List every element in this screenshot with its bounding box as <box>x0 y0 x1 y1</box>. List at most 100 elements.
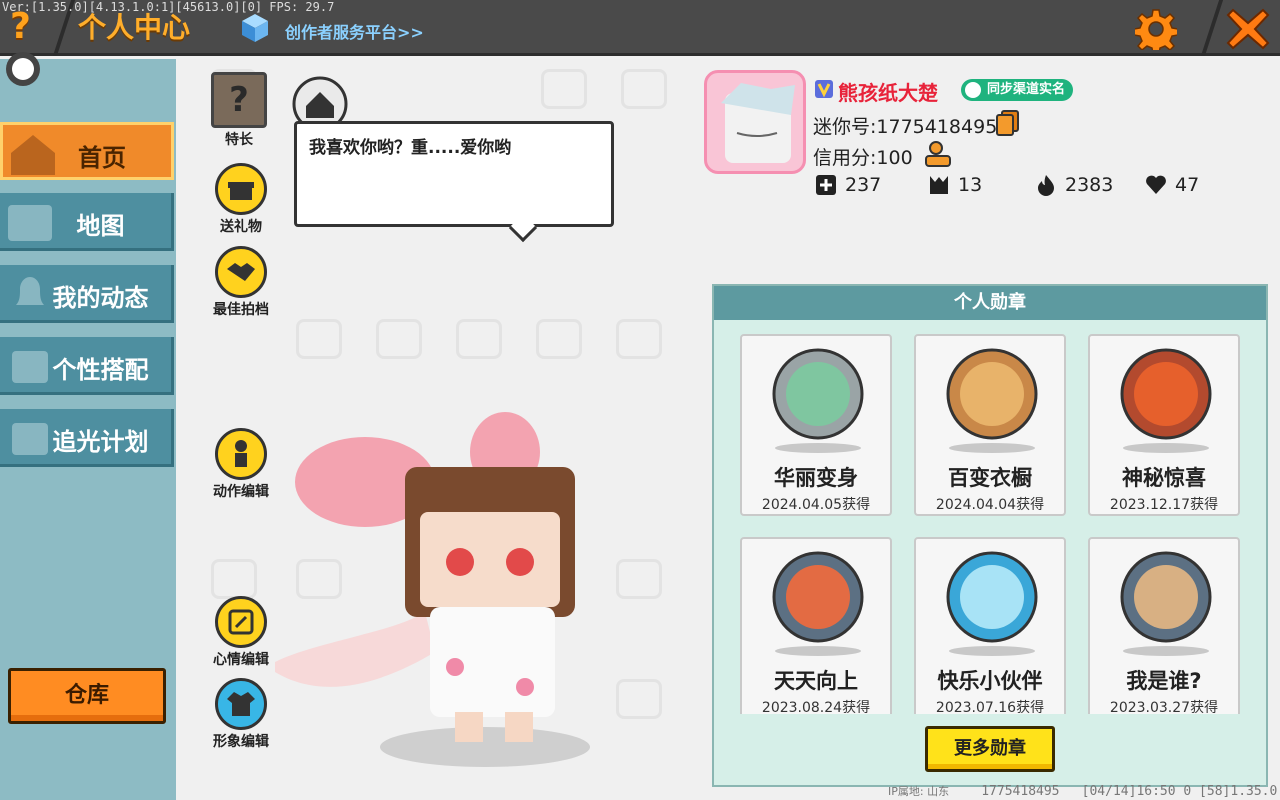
avatar[interactable] <box>704 70 806 174</box>
footer-info: IP属地: 山东 1775418495 [04/14]16:50 0 [58]1… <box>888 783 1277 799</box>
stat-value: 47 <box>1175 174 1200 196</box>
sidebar-item-label: 追光计划 <box>52 428 149 456</box>
badge-date: 2024.04.04获得 <box>935 497 1045 513</box>
more-badges-button[interactable]: 更多勋章 <box>925 726 1055 772</box>
version-info: Ver:[1.35.0][4.13.1.0:1][45613.0][0] FPS… <box>2 0 335 14</box>
sidebar-item-outfit[interactable]: 个性搭配 <box>0 337 174 395</box>
badge-card[interactable]: 快乐小伙伴 2023.07.16获得 <box>914 537 1066 714</box>
fans-icon <box>930 176 948 194</box>
medal-shadow <box>1123 443 1209 453</box>
plus-icon <box>816 175 836 195</box>
vip-badge-icon <box>815 80 833 98</box>
medal-shadow <box>1123 646 1209 656</box>
medal-surprise-icon <box>1120 348 1212 440</box>
handshake-icon <box>215 246 267 298</box>
stat-posts: 237 <box>815 174 881 196</box>
credit-person-icon[interactable] <box>924 140 952 168</box>
creator-cube-icon[interactable] <box>240 12 270 44</box>
top-bar: ? 个人中心 创作者服务平台>> Ver:[1.35.0][4.13.1.0:1… <box>0 0 1280 56</box>
copy-icon[interactable] <box>996 110 1020 136</box>
specialty-button[interactable]: ? 特长 <box>207 72 271 149</box>
footer-id: 1775418495 <box>981 784 1060 799</box>
realname-badge[interactable]: 同步渠道实名 <box>961 79 1074 101</box>
question-box-icon: ? <box>211 72 267 128</box>
medal-shadow <box>775 443 861 453</box>
best-partner-button[interactable]: 最佳拍档 <box>200 246 282 319</box>
sidebar-item-map[interactable]: 地图 <box>0 193 174 251</box>
badge-grid: 华丽变身 2024.04.05获得 百变衣橱 2024.04.04获得 神秘惊喜… <box>714 322 1266 714</box>
badge-name: 天天向上 <box>774 669 858 693</box>
medal-who-am-i-icon <box>1120 551 1212 643</box>
divider <box>1200 0 1224 56</box>
background-tile <box>456 319 502 359</box>
gift-button[interactable]: 送礼物 <box>206 163 276 236</box>
badges-title: 个人勋章 <box>714 286 1266 320</box>
credit-score: 信用分:100 <box>813 147 913 169</box>
heart-icon <box>1146 175 1166 194</box>
footer-time: [04/14]16:50 0 [58]1.35.0 <box>1081 784 1278 799</box>
sidebar-item-label: 我的动态 <box>52 284 149 312</box>
bubble-text: 我喜欢你哟？重.....爱你哟 <box>309 138 512 158</box>
stat-value: 2383 <box>1065 174 1114 196</box>
storage-button-label: 仓库 <box>64 683 109 708</box>
background-tile <box>211 559 257 599</box>
toggle-dot-icon[interactable] <box>6 52 40 86</box>
badge-name: 我是谁? <box>1126 669 1202 693</box>
sidebar-item-label: 地图 <box>76 212 125 240</box>
background-tile <box>536 319 582 359</box>
background-tile <box>616 559 662 599</box>
gift-icon <box>215 163 267 215</box>
best-partner-label: 最佳拍档 <box>213 302 269 318</box>
close-icon[interactable] <box>1225 6 1271 52</box>
badge-card[interactable]: 百变衣橱 2024.04.04获得 <box>914 334 1066 516</box>
sidebar-item-light-plan[interactable]: 追光计划 <box>0 409 174 467</box>
badge-date: 2023.12.17获得 <box>1109 497 1219 513</box>
background-tile <box>541 69 587 109</box>
badge-name: 快乐小伙伴 <box>937 669 1043 693</box>
specialty-label: 特长 <box>225 132 253 148</box>
gift-label: 送礼物 <box>220 219 262 235</box>
badge-date: 2023.03.27获得 <box>1109 700 1219 714</box>
medal-shadow <box>949 646 1035 656</box>
badge-date: 2023.08.24获得 <box>761 700 871 714</box>
background-tile <box>376 319 422 359</box>
sidebar-item-home[interactable]: 首页 <box>0 122 174 180</box>
background-tile <box>616 319 662 359</box>
badge-date: 2024.04.05获得 <box>761 497 871 513</box>
stat-popularity: 2383 <box>1035 174 1113 196</box>
personal-badges-panel: 个人勋章 华丽变身 2024.04.05获得 百变衣橱 2024.04.04获得… <box>712 284 1268 787</box>
stat-likes: 47 <box>1145 174 1199 196</box>
fire-icon <box>1038 175 1054 196</box>
house-icon <box>292 76 348 132</box>
creator-platform-link[interactable]: 创作者服务平台>> <box>285 19 424 43</box>
badge-card[interactable]: 天天向上 2023.08.24获得 <box>740 537 892 714</box>
storage-button[interactable]: 仓库 <box>8 668 166 724</box>
speech-bubble: 我喜欢你哟？重.....爱你哟 <box>294 121 614 243</box>
background-tile <box>296 319 342 359</box>
nickname: 熊孩纸大楚 <box>838 81 938 105</box>
sidebar-item-label: 首页 <box>78 144 126 172</box>
sidebar: 首页 地图 我的动态 个性搭配 追光计划 仓库 <box>0 52 176 800</box>
badge-name: 华丽变身 <box>774 466 858 490</box>
player-character[interactable] <box>255 412 615 782</box>
badge-card[interactable]: 华丽变身 2024.04.05获得 <box>740 334 892 516</box>
sidebar-item-feed[interactable]: 我的动态 <box>0 265 174 323</box>
background-tile <box>616 679 662 719</box>
ip-location: IP属地: 山东 <box>888 785 950 798</box>
medal-daily-progress-icon <box>772 551 864 643</box>
stat-value: 237 <box>845 174 882 196</box>
stat-fans: 13 <box>928 174 982 196</box>
badge-name: 百变衣橱 <box>948 466 1032 490</box>
medal-shadow <box>949 443 1035 453</box>
badge-card[interactable]: 神秘惊喜 2023.12.17获得 <box>1088 334 1240 516</box>
background-tile <box>621 69 667 109</box>
medal-shadow <box>775 646 861 656</box>
stat-value: 13 <box>958 174 983 196</box>
medal-wardrobe-icon <box>946 348 1038 440</box>
badge-name: 神秘惊喜 <box>1122 466 1206 490</box>
mini-id: 迷你号:1775418495 <box>813 116 998 138</box>
medal-happy-partner-icon <box>946 551 1038 643</box>
gear-icon[interactable] <box>1135 8 1177 50</box>
badge-card[interactable]: 我是谁? 2023.03.27获得 <box>1088 537 1240 714</box>
medal-transform-icon <box>772 348 864 440</box>
